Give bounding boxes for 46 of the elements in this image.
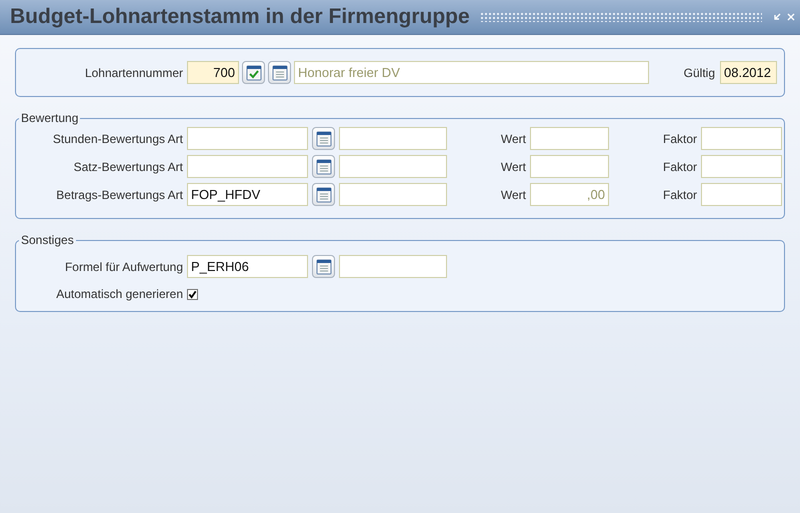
input-field[interactable]	[701, 183, 782, 206]
field-label: Wert	[500, 132, 526, 146]
lookup-button[interactable]	[312, 183, 335, 206]
list-icon	[272, 64, 288, 80]
lookup-button[interactable]	[268, 61, 291, 84]
validate-button[interactable]	[242, 61, 265, 84]
field-label: Formel für Aufwertung	[64, 260, 183, 274]
close-icon[interactable]	[786, 12, 796, 22]
lookup-button[interactable]	[312, 155, 335, 178]
field-label: Faktor	[662, 132, 697, 146]
input-field[interactable]: FOP_HFDV	[187, 183, 308, 206]
field-label: Satz-Bewertungs Art	[72, 160, 183, 174]
input-field[interactable]	[339, 255, 447, 278]
field-label: Wert	[500, 160, 526, 174]
list-icon	[316, 130, 332, 146]
input-field[interactable]	[339, 183, 447, 206]
field-label: Lohnartennummer	[84, 66, 183, 80]
input-field[interactable]: P_ERH06	[187, 255, 308, 278]
lookup-button[interactable]	[312, 127, 335, 150]
input-field[interactable]	[701, 127, 782, 150]
minimize-icon[interactable]	[772, 12, 782, 22]
section-legend: Sonstiges	[19, 233, 76, 247]
field-label: Gültig	[684, 66, 715, 80]
list-icon	[316, 258, 332, 274]
field-label: Stunden-Bewertungs Art	[52, 132, 183, 146]
lookup-button[interactable]	[312, 255, 335, 278]
field-label: Faktor	[662, 188, 697, 202]
check-icon	[246, 64, 262, 80]
input-field[interactable]	[339, 127, 447, 150]
field-label: Wert	[500, 188, 526, 202]
list-icon	[316, 186, 332, 202]
input-field[interactable]	[701, 155, 782, 178]
input-field[interactable]	[530, 127, 609, 150]
field-label: Faktor	[662, 160, 697, 174]
list-icon	[316, 158, 332, 174]
window-title: Budget-Lohnartenstamm in der Firmengruppe	[10, 5, 470, 29]
checkbox-label: Automatisch generieren	[55, 287, 183, 301]
input-field[interactable]	[339, 155, 447, 178]
input-field[interactable]	[530, 155, 609, 178]
checkbox[interactable]	[187, 288, 198, 300]
field-label: Betrags-Bewertungs Art	[55, 188, 183, 202]
input-field[interactable]: 08.2012	[720, 61, 777, 84]
input-field[interactable]	[187, 155, 308, 178]
input-field[interactable]	[187, 127, 308, 150]
input-field[interactable]: 700	[187, 61, 239, 84]
section-legend: Bewertung	[19, 111, 80, 125]
